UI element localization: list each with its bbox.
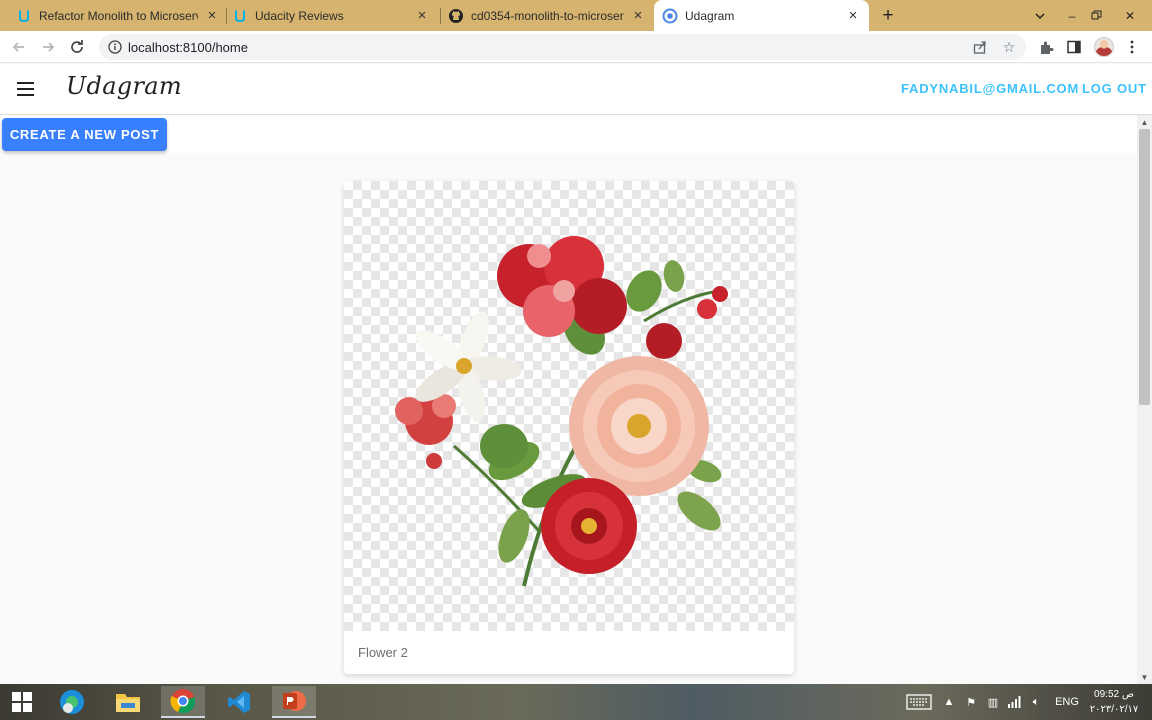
browser-toolbar: localhost:8100/home ☆ bbox=[0, 31, 1152, 63]
post-card: Flower 2 bbox=[344, 181, 794, 674]
app-header: Udagram FADYNABIL@GMAIL.COM LOG OUT bbox=[0, 64, 1152, 115]
create-post-bar: CREATE A NEW POST bbox=[0, 115, 1137, 153]
page-scrollbar[interactable]: ▲ ▼ bbox=[1137, 115, 1152, 684]
logout-button[interactable]: LOG OUT bbox=[1082, 81, 1147, 96]
udacity-icon bbox=[232, 8, 248, 24]
share-icon[interactable] bbox=[972, 39, 988, 55]
file-explorer-icon[interactable] bbox=[106, 686, 150, 718]
chrome-page-icon bbox=[662, 8, 678, 24]
close-icon[interactable]: × bbox=[630, 7, 646, 24]
chevron-down-icon bbox=[1035, 12, 1045, 19]
close-window-button[interactable]: ✕ bbox=[1116, 0, 1144, 31]
forward-button[interactable] bbox=[36, 35, 60, 59]
tab-title: Refactor Monolith to Microservic bbox=[39, 8, 198, 23]
keyboard-icon[interactable] bbox=[902, 684, 936, 720]
more-options-icon[interactable] bbox=[1121, 36, 1143, 58]
action-flag-icon[interactable]: ⚑ bbox=[962, 684, 980, 720]
chrome-icon[interactable] bbox=[161, 686, 205, 718]
url-text[interactable]: localhost:8100/home bbox=[128, 40, 248, 55]
extensions-icon[interactable] bbox=[1035, 36, 1057, 58]
udacity-icon bbox=[16, 8, 32, 24]
tab-title: cd0354-monolith-to-microservic bbox=[471, 8, 624, 23]
user-email-link[interactable]: FADYNABIL@GMAIL.COM bbox=[901, 81, 1079, 96]
scroll-thumb[interactable] bbox=[1139, 129, 1150, 405]
browser-tab-4[interactable]: Udagram × bbox=[654, 0, 869, 31]
browser-tab-1[interactable]: Refactor Monolith to Microservic × bbox=[8, 0, 228, 31]
windows-start-icon[interactable] bbox=[0, 686, 44, 718]
info-icon[interactable] bbox=[107, 39, 123, 55]
network-adapter-icon[interactable]: ▥ bbox=[984, 684, 1002, 720]
browser-tab-strip: Refactor Monolith to Microservic × Udaci… bbox=[0, 0, 1152, 31]
powerpoint-icon[interactable] bbox=[272, 686, 316, 718]
profile-avatar[interactable] bbox=[1094, 37, 1114, 57]
reload-button[interactable] bbox=[65, 35, 89, 59]
browser-tab-2[interactable]: Udacity Reviews × bbox=[224, 0, 438, 31]
menu-icon[interactable] bbox=[13, 77, 37, 101]
feed-content[interactable]: CREATE A NEW POST Flower 2 bbox=[0, 115, 1137, 684]
clock-date: ٢٠٢٣/٠٢/١٧ bbox=[1089, 704, 1139, 715]
restore-button[interactable] bbox=[1082, 0, 1110, 31]
scroll-down-arrow-icon[interactable]: ▼ bbox=[1137, 670, 1152, 684]
star-icon[interactable]: ☆ bbox=[1001, 39, 1017, 55]
show-hidden-icons-icon[interactable]: ▲ bbox=[942, 684, 956, 720]
arrow-right-icon bbox=[43, 42, 55, 52]
tab-title: Udacity Reviews bbox=[255, 8, 344, 23]
tab-title: Udagram bbox=[685, 8, 735, 23]
reload-icon bbox=[71, 40, 83, 53]
post-caption: Flower 2 bbox=[358, 645, 408, 660]
arrow-left-icon bbox=[12, 42, 24, 52]
tab-search-button[interactable] bbox=[1026, 0, 1054, 31]
side-panel-icon[interactable] bbox=[1063, 36, 1085, 58]
clock-time: 09:52 ص bbox=[1094, 689, 1134, 700]
signal-icon[interactable] bbox=[1006, 684, 1022, 720]
browser-tab-3[interactable]: cd0354-monolith-to-microservic × bbox=[440, 0, 654, 31]
app-logo[interactable]: Udagram bbox=[66, 72, 182, 100]
flower-bouquet-illustration bbox=[395, 236, 728, 587]
create-post-button[interactable]: CREATE A NEW POST bbox=[2, 118, 167, 151]
clock[interactable]: 09:52 ص ٢٠٢٣/٠٢/١٧ bbox=[1086, 687, 1142, 717]
volume-icon[interactable]: 🔈︎ bbox=[1028, 684, 1044, 720]
post-image bbox=[344, 181, 794, 631]
close-icon[interactable]: × bbox=[845, 7, 861, 24]
vscode-icon[interactable] bbox=[217, 686, 261, 718]
address-bar[interactable]: localhost:8100/home ☆ bbox=[99, 34, 1026, 60]
language-indicator[interactable]: ENG bbox=[1052, 684, 1082, 720]
windows-taskbar: ▲ ⚑ ▥ 🔈︎ ENG 09:52 ص ٢٠٢٣/٠٢/١٧ bbox=[0, 684, 1152, 720]
edge-icon[interactable] bbox=[50, 686, 94, 718]
back-button[interactable] bbox=[7, 35, 31, 59]
github-icon bbox=[448, 8, 464, 24]
close-icon[interactable]: × bbox=[414, 7, 430, 24]
close-icon[interactable]: × bbox=[204, 7, 220, 24]
new-tab-button[interactable]: + bbox=[876, 4, 900, 28]
scroll-up-arrow-icon[interactable]: ▲ bbox=[1137, 115, 1152, 129]
